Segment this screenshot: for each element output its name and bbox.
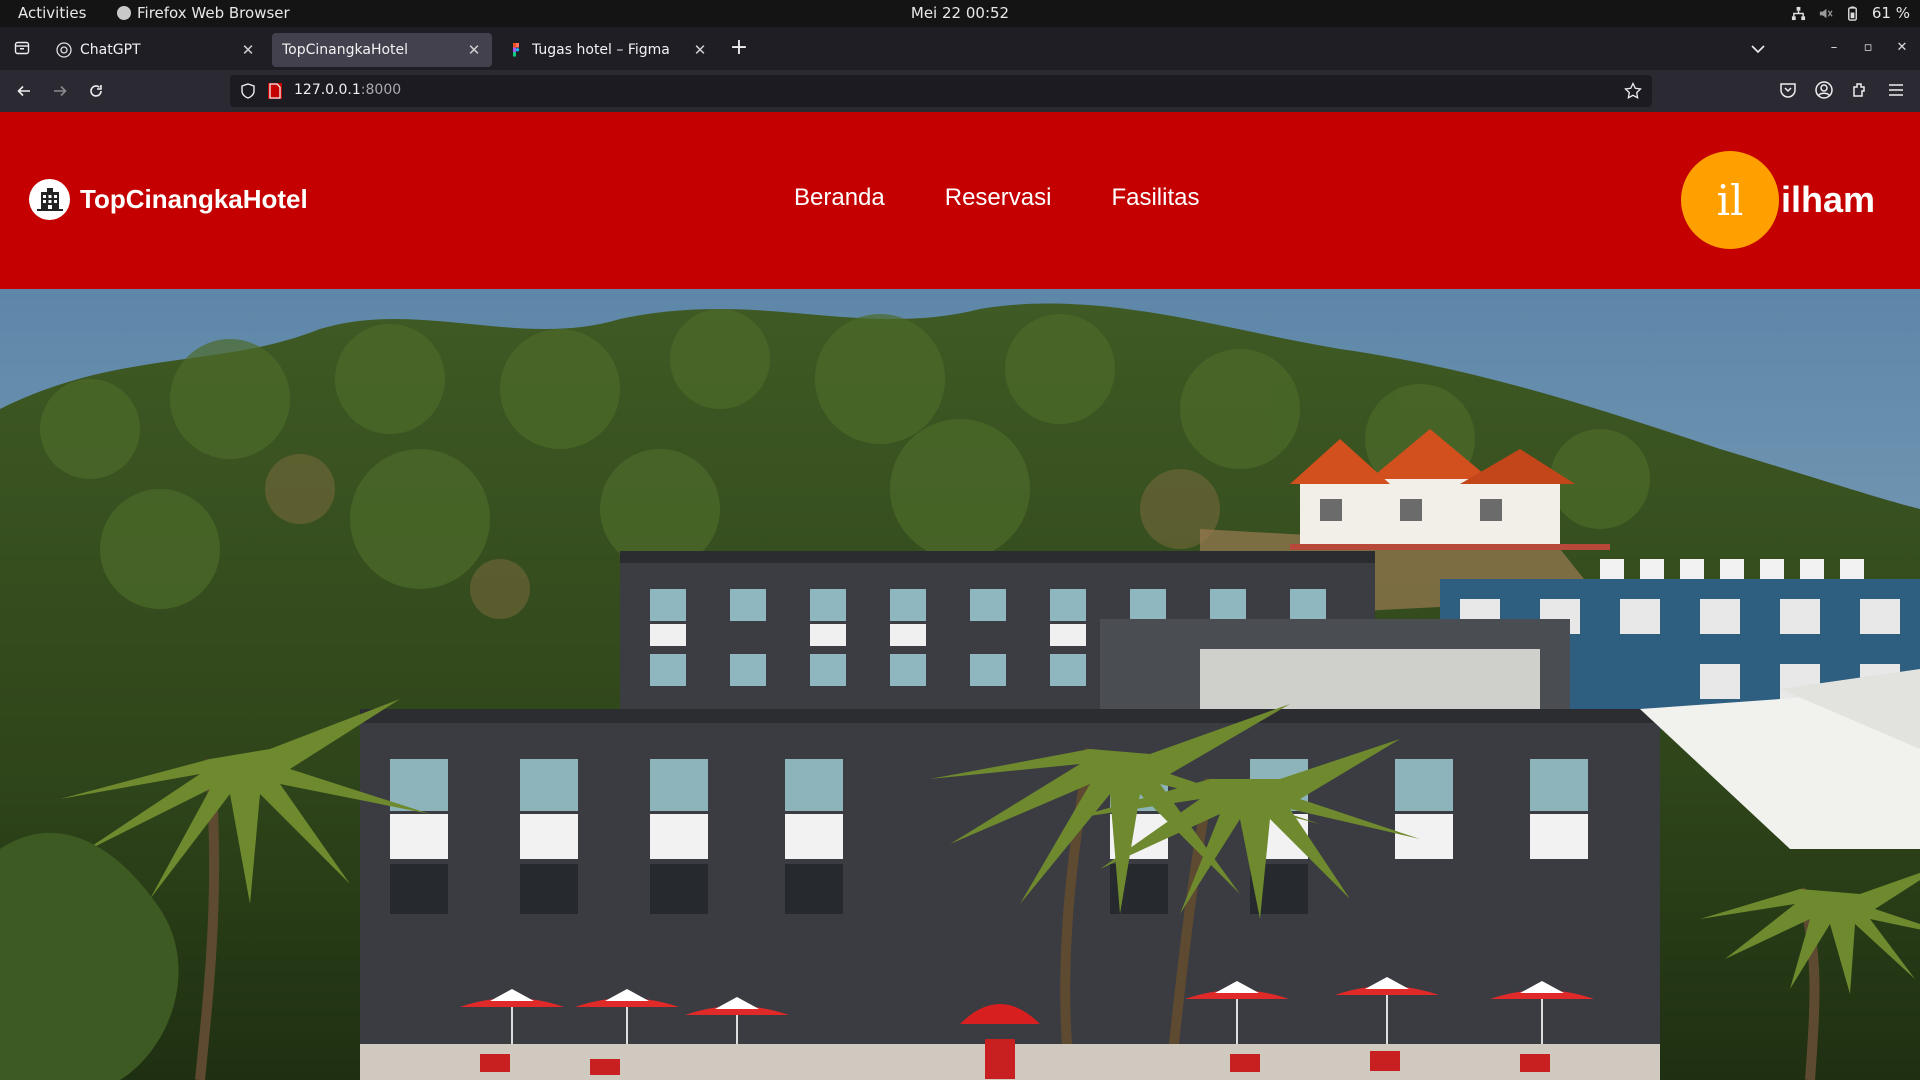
back-arrow-icon bbox=[17, 85, 30, 97]
pocket-icon[interactable] bbox=[1778, 80, 1798, 100]
brand-name: TopCinangkaHotel bbox=[80, 184, 308, 214]
battery-percent: 61 % bbox=[1871, 4, 1910, 22]
network-icon bbox=[1791, 6, 1805, 20]
url-host: 127.0.0.1 bbox=[294, 82, 361, 98]
reload-button[interactable] bbox=[85, 80, 107, 102]
firefox-view-icon bbox=[14, 41, 30, 55]
forward-arrow-icon bbox=[54, 85, 67, 97]
restore-window-icon[interactable]: ▫ bbox=[1859, 40, 1877, 58]
main-nav: Beranda Reservasi Fasilitas bbox=[794, 184, 1199, 212]
tab-title: TopCinangkaHotel bbox=[282, 42, 409, 58]
figma-icon bbox=[513, 43, 520, 57]
app-menu[interactable]: Firefox Web Browser bbox=[117, 4, 290, 22]
nav-toolbar: 127.0.0.1:8000 bbox=[0, 70, 1920, 112]
nav-link-fasilitas[interactable]: Fasilitas bbox=[1111, 184, 1199, 212]
close-tab-icon[interactable]: ✕ bbox=[692, 41, 708, 59]
back-button[interactable] bbox=[13, 80, 35, 102]
tab-title: Tugas hotel – Figma bbox=[532, 42, 670, 58]
forward-button[interactable] bbox=[49, 80, 71, 102]
avatar[interactable]: il bbox=[1681, 151, 1779, 249]
tab-title: ChatGPT bbox=[80, 42, 141, 58]
activities-button[interactable]: Activities bbox=[18, 4, 86, 22]
battery-icon bbox=[1847, 5, 1857, 21]
tab-topcinangkahotel[interactable]: TopCinangkaHotel ✕ bbox=[272, 33, 492, 67]
firefox-icon bbox=[117, 6, 131, 20]
list-all-tabs-icon[interactable] bbox=[1748, 39, 1768, 59]
user-name[interactable]: ilham bbox=[1781, 179, 1875, 221]
brand-link[interactable]: TopCinangkaHotel bbox=[29, 179, 308, 220]
url-text[interactable]: 127.0.0.1:8000 bbox=[294, 82, 401, 98]
system-tray[interactable]: 61 % bbox=[1791, 4, 1910, 22]
reload-icon bbox=[90, 85, 102, 97]
minimize-window-icon[interactable]: – bbox=[1825, 40, 1843, 58]
chatgpt-icon bbox=[56, 42, 72, 58]
page-info-icon[interactable] bbox=[268, 83, 282, 99]
hero-image bbox=[0, 289, 1920, 1080]
close-tab-icon[interactable]: ✕ bbox=[466, 41, 482, 59]
web-page: TopCinangkaHotel Beranda Reservasi Fasil… bbox=[0, 112, 1920, 1080]
close-window-icon[interactable]: ✕ bbox=[1893, 40, 1911, 58]
hotel-logo-icon bbox=[29, 179, 70, 220]
nav-link-reservasi[interactable]: Reservasi bbox=[945, 184, 1052, 212]
bookmark-star-icon[interactable] bbox=[1624, 82, 1642, 100]
site-header: TopCinangkaHotel Beranda Reservasi Fasil… bbox=[0, 112, 1920, 289]
system-top-bar: Activities Firefox Web Browser Mei 22 00… bbox=[0, 0, 1920, 27]
close-tab-icon[interactable]: ✕ bbox=[240, 41, 256, 59]
account-icon[interactable] bbox=[1814, 80, 1834, 100]
url-port: :8000 bbox=[360, 82, 402, 98]
tracking-protection-shield-icon[interactable] bbox=[240, 83, 256, 99]
url-bar[interactable]: 127.0.0.1:8000 bbox=[230, 75, 1652, 107]
tab-chatgpt[interactable]: ChatGPT ✕ bbox=[46, 33, 266, 67]
extensions-icon[interactable] bbox=[1850, 80, 1870, 100]
app-name-label: Firefox Web Browser bbox=[137, 4, 290, 22]
nav-link-beranda[interactable]: Beranda bbox=[794, 184, 885, 212]
hotel-photo bbox=[0, 289, 1920, 1080]
tab-strip: ChatGPT ✕ TopCinangkaHotel ✕ Tugas hotel… bbox=[0, 27, 1920, 70]
tab-figma[interactable]: Tugas hotel – Figma ✕ bbox=[498, 33, 718, 67]
user-profile[interactable]: il ilham bbox=[1681, 151, 1875, 249]
volume-muted-icon bbox=[1819, 8, 1833, 18]
hamburger-menu-icon[interactable] bbox=[1886, 80, 1906, 100]
new-tab-button[interactable]: + bbox=[728, 37, 750, 60]
firefox-view-button[interactable] bbox=[8, 34, 36, 62]
